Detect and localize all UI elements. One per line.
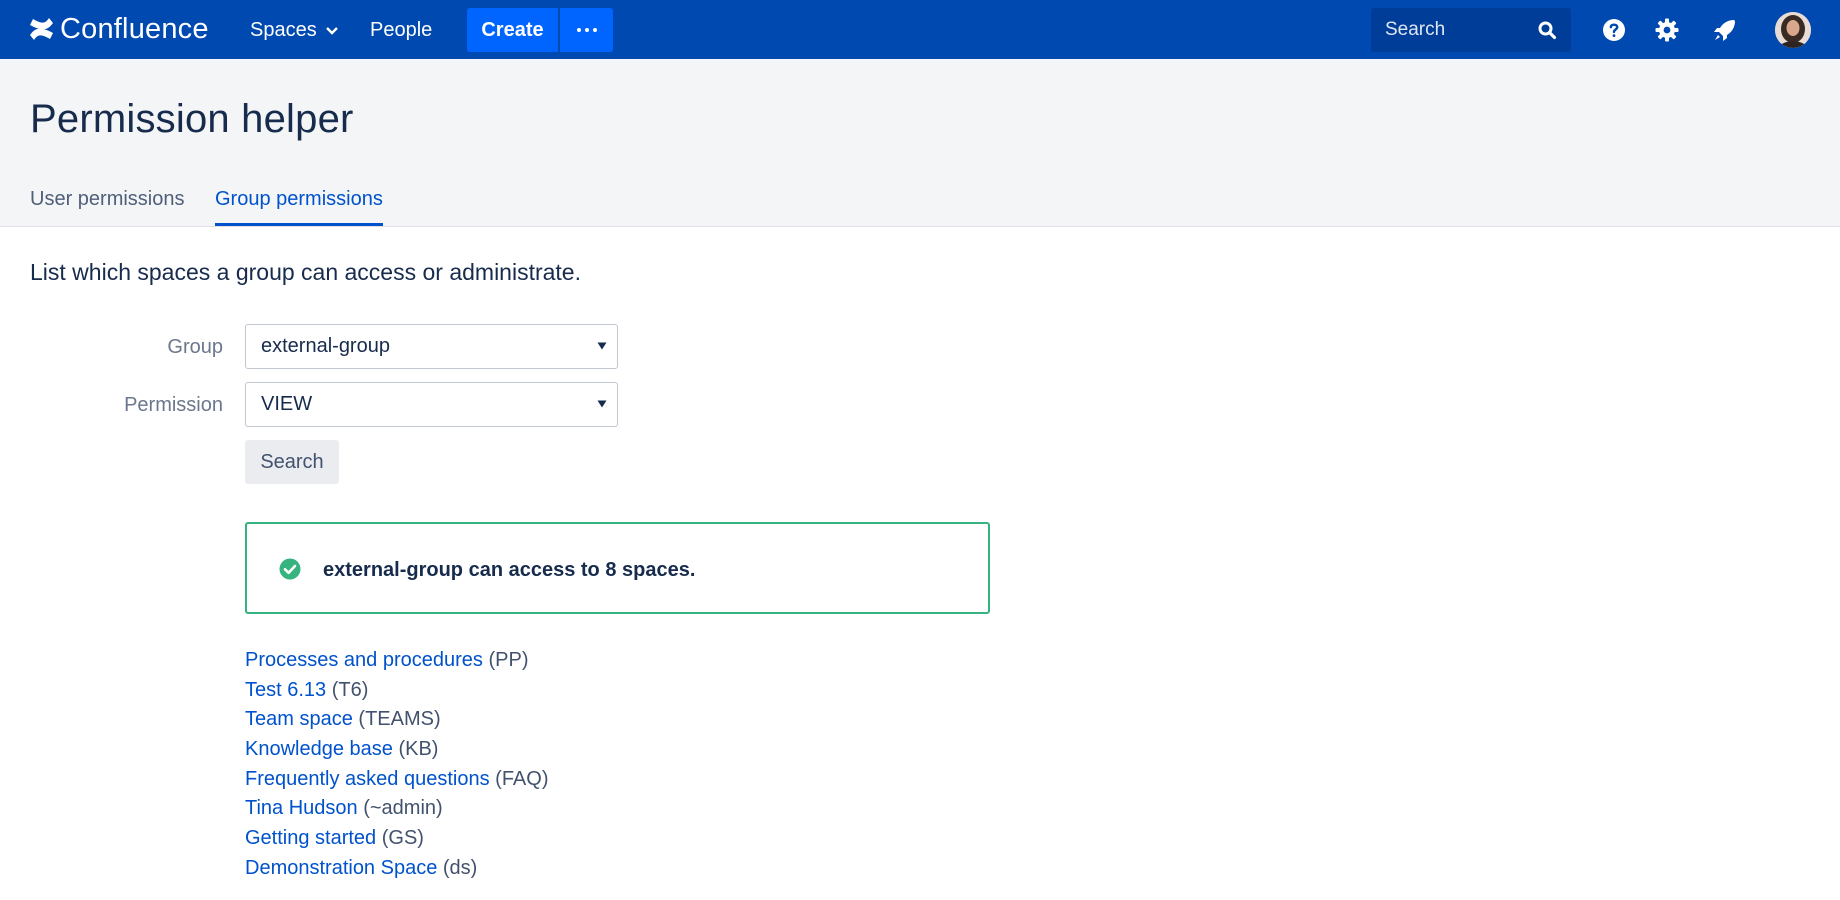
spaces-menu[interactable]: Spaces — [250, 16, 338, 44]
more-icon — [592, 28, 597, 32]
group-label: Group — [167, 336, 223, 358]
space-link[interactable]: Test 6.13 — [245, 679, 326, 701]
search-icon[interactable] — [1537, 20, 1557, 40]
page-title: Permission helper — [30, 97, 354, 141]
caret-down-icon — [597, 400, 607, 408]
spaces-menu-label: Spaces — [250, 18, 317, 41]
permission-select-value: VIEW — [261, 393, 313, 415]
list-item: Knowledge base (KB) — [245, 737, 549, 767]
space-key: (TEAMS) — [358, 708, 441, 731]
space-key: (KB) — [398, 738, 439, 761]
settings-button[interactable] — [1654, 17, 1680, 43]
notification-icon — [1714, 20, 1735, 41]
gear-icon — [1655, 18, 1679, 42]
success-check-icon — [279, 558, 301, 580]
list-item: Tina Hudson (~admin) — [245, 796, 549, 826]
space-link[interactable]: Frequently asked questions — [245, 768, 490, 790]
list-item: Frequently asked questions (FAQ) — [245, 767, 549, 797]
space-link[interactable]: Processes and procedures — [245, 649, 483, 671]
confluence-logo-icon — [30, 18, 53, 40]
confluence-logo[interactable]: Confluence — [29, 12, 209, 46]
caret-down-icon — [597, 342, 607, 350]
tab-group-permissions[interactable]: Group permissions — [215, 188, 383, 226]
list-item: Team space (TEAMS) — [245, 707, 549, 737]
more-icon — [584, 28, 589, 32]
chevron-down-icon — [325, 27, 338, 35]
people-link-label: People — [370, 18, 433, 41]
help-icon — [1603, 19, 1625, 41]
search-input[interactable] — [1371, 10, 1521, 50]
more-create-button[interactable] — [560, 8, 613, 52]
people-link[interactable]: People — [370, 16, 432, 44]
space-link[interactable]: Tina Hudson — [245, 797, 358, 819]
list-item: Processes and procedures (PP) — [245, 648, 549, 678]
user-avatar-icon — [1775, 12, 1811, 48]
list-item: Test 6.13 (T6) — [245, 678, 549, 708]
permission-select[interactable]: VIEW — [245, 382, 618, 427]
notifications-button[interactable] — [1712, 17, 1738, 43]
space-key: (GS) — [381, 827, 424, 850]
tab-user-permissions[interactable]: User permissions — [30, 188, 184, 226]
top-navigation-bar: Confluence Spaces People Create — [0, 0, 1840, 59]
space-key: (ds) — [442, 856, 478, 879]
space-link[interactable]: Getting started — [245, 827, 376, 849]
intro-text: List which spaces a group can access or … — [30, 259, 581, 285]
space-link[interactable]: Demonstration Space — [245, 857, 437, 879]
avatar[interactable] — [1775, 12, 1811, 48]
group-select[interactable]: external-group — [245, 324, 618, 369]
group-select-value: external-group — [261, 335, 390, 357]
logo-text: Confluence — [60, 12, 209, 45]
space-key: (FAQ) — [495, 767, 549, 790]
space-key: (~admin) — [363, 797, 443, 820]
create-button[interactable]: Create — [467, 8, 558, 52]
permission-label: Permission — [124, 394, 223, 416]
help-button[interactable] — [1601, 17, 1627, 43]
result-message: external-group can access to 8 spaces. — [323, 559, 696, 581]
space-key: (T6) — [331, 678, 369, 701]
space-link[interactable]: Team space — [245, 708, 353, 730]
space-link[interactable]: Knowledge base — [245, 738, 393, 760]
list-item: Getting started (GS) — [245, 826, 549, 856]
page-header: Permission helper User permissions Group… — [0, 59, 1840, 227]
more-icon — [576, 28, 581, 32]
list-item: Demonstration Space (ds) — [245, 856, 549, 886]
search-box[interactable] — [1371, 8, 1571, 52]
space-list: Processes and procedures (PP) Test 6.13 … — [245, 648, 549, 886]
result-message-box: external-group can access to 8 spaces. — [245, 522, 990, 614]
space-key: (PP) — [488, 649, 529, 671]
search-button[interactable]: Search — [245, 440, 339, 484]
